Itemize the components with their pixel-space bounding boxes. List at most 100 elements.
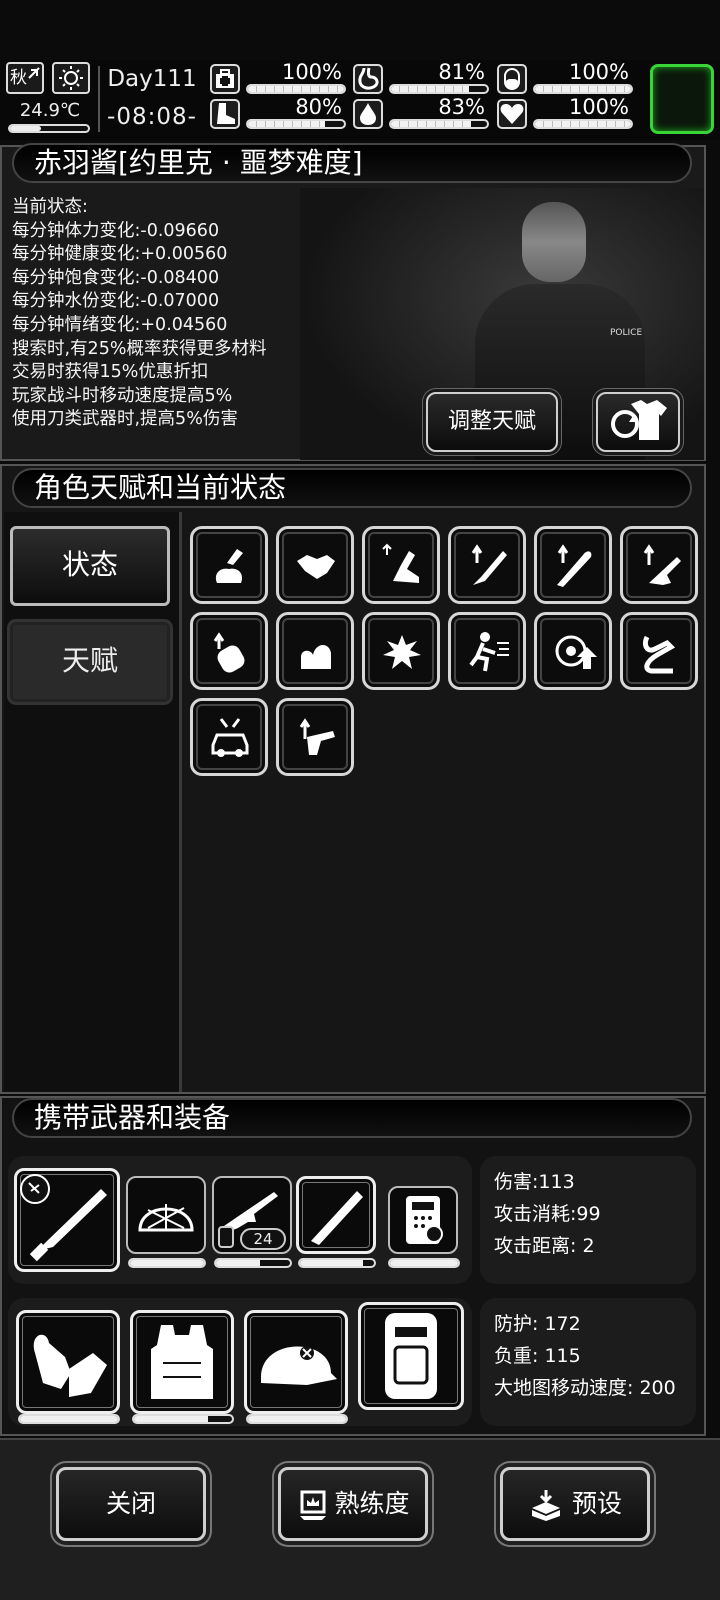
handshake-icon xyxy=(297,555,335,579)
mood-value: 100% xyxy=(568,95,629,119)
status-line: 搜索时,有25%概率获得更多材料 xyxy=(12,338,267,359)
talent-bat-up[interactable] xyxy=(534,526,612,604)
boot-icon xyxy=(210,99,240,129)
proficiency-icon xyxy=(300,1490,327,1520)
character-title: 赤羽酱[约里克 · 噩梦难度] xyxy=(12,143,692,183)
stomach-icon xyxy=(353,64,383,94)
energy-stat: 100% xyxy=(497,60,633,96)
dodge-run-icon xyxy=(469,632,509,672)
preset-button[interactable]: 预设 xyxy=(500,1467,650,1541)
phone-icon xyxy=(406,1196,443,1244)
status-line: 每分钟健康变化:+0.00560 xyxy=(12,244,228,265)
hunger-stat: 81% xyxy=(353,60,489,96)
season-label: 秋 xyxy=(10,68,27,88)
talent-pistol-up[interactable] xyxy=(276,698,354,776)
knife-up-icon xyxy=(471,544,507,585)
durability-bar xyxy=(132,1414,234,1424)
armor-slot-backpack[interactable] xyxy=(358,1302,464,1410)
temperature-bar xyxy=(8,124,90,133)
ammo-icon xyxy=(218,1226,234,1248)
pill-icon xyxy=(497,64,527,94)
talent-sprint[interactable] xyxy=(362,526,440,604)
talent-handshake[interactable] xyxy=(276,526,354,604)
armor-stats: 防护: 172 负重: 115 大地图移动速度: 200 xyxy=(494,1308,676,1404)
equipment-panel-title: 携带武器和装备 xyxy=(12,1098,692,1138)
ammo-count: 24 xyxy=(240,1228,286,1250)
health-stat: 100% xyxy=(210,60,346,96)
clock: -08:08- xyxy=(107,104,197,130)
tab-status[interactable]: 状态 xyxy=(10,526,170,606)
talent-fist-up[interactable] xyxy=(190,612,268,690)
attack-cost-stat: 攻击消耗:99 xyxy=(494,1203,601,1225)
status-indicator-button[interactable] xyxy=(650,64,714,134)
map-speed-stat: 大地图移动速度: 200 xyxy=(494,1377,676,1399)
weapon-slot-2[interactable] xyxy=(126,1176,206,1254)
temperature-value: 24.9℃ xyxy=(19,100,81,121)
talent-scavenge-bag[interactable] xyxy=(190,526,268,604)
talent-strength[interactable] xyxy=(276,612,354,690)
adjust-talent-button[interactable]: 调整天赋 xyxy=(426,392,558,452)
armor-slot-helmet[interactable] xyxy=(244,1310,348,1414)
proficiency-button[interactable]: 熟练度 xyxy=(278,1467,428,1541)
status-line: 每分钟情绪变化:+0.04560 xyxy=(12,314,228,335)
preset-box-icon xyxy=(531,1490,560,1521)
season-badge: 秋 xyxy=(6,62,44,94)
load-stat: 负重: 115 xyxy=(494,1345,581,1367)
attack-range-stat: 攻击距离: 2 xyxy=(494,1235,595,1257)
crowbar-icon xyxy=(642,635,676,674)
gun-up-icon xyxy=(643,544,681,585)
armor-slot-vest[interactable] xyxy=(130,1310,234,1414)
stamina-bar xyxy=(246,119,346,129)
status-line: 玩家战斗时移动速度提高5% xyxy=(12,385,233,406)
target-up-icon xyxy=(555,635,597,669)
stamina-stat: 80% xyxy=(210,95,346,131)
weapon-slot-1[interactable] xyxy=(14,1168,120,1272)
preset-label: 预设 xyxy=(571,1489,622,1518)
status-line: 每分钟体力变化:-0.09660 xyxy=(12,220,220,241)
machete-icon xyxy=(20,1174,107,1262)
talent-knife-up[interactable] xyxy=(448,526,526,604)
talent-dodge[interactable] xyxy=(448,612,526,690)
talent-explosion[interactable] xyxy=(362,612,440,690)
medkit-icon xyxy=(210,64,240,94)
net-helmet-icon xyxy=(138,1204,194,1232)
scavenge-bag-icon xyxy=(215,549,243,583)
talent-crowbar[interactable] xyxy=(620,612,698,690)
gloves-icon xyxy=(33,1334,107,1397)
heart-icon xyxy=(497,99,527,129)
weapon-stats: 伤害:113 攻击消耗:99 攻击距离: 2 xyxy=(494,1166,601,1262)
close-button[interactable]: 关闭 xyxy=(56,1467,206,1541)
vest-icon xyxy=(151,1325,213,1399)
status-effects-list: 当前状态: 每分钟体力变化:-0.09660 每分钟健康变化:+0.00560 … xyxy=(12,196,332,432)
mood-stat: 100% xyxy=(497,95,633,131)
sunny-weather-icon xyxy=(52,62,90,94)
sprint-icon xyxy=(382,543,419,583)
hunger-value: 81% xyxy=(438,60,485,84)
weapon-slot-3[interactable]: 24 xyxy=(212,1176,292,1254)
talent-panel-title: 角色天赋和当前状态 xyxy=(12,468,692,508)
durability-bar xyxy=(214,1258,292,1268)
weapon-slot-5[interactable] xyxy=(388,1186,458,1254)
police-badge: POLICE xyxy=(610,328,643,338)
water-bar xyxy=(389,119,489,129)
status-line: 每分钟水份变化:-0.07000 xyxy=(12,291,220,312)
machete-icon xyxy=(311,1191,363,1245)
tab-talent[interactable]: 天赋 xyxy=(10,622,170,702)
talent-gun-up[interactable] xyxy=(620,526,698,604)
durability-bar xyxy=(18,1414,120,1424)
mood-bar xyxy=(533,119,633,129)
car-repair-icon xyxy=(211,718,249,757)
status-line: 交易时获得15%优惠折扣 xyxy=(12,362,209,383)
backpack-icon xyxy=(385,1313,437,1399)
energy-value: 100% xyxy=(568,60,629,84)
armor-slot-gloves[interactable] xyxy=(16,1310,120,1414)
water-stat: 83% xyxy=(353,95,489,131)
change-outfit-button[interactable] xyxy=(596,392,680,452)
health-value: 100% xyxy=(281,60,342,84)
talent-target-up[interactable] xyxy=(534,612,612,690)
weapon-slot-4[interactable] xyxy=(296,1176,376,1254)
talent-car-repair[interactable] xyxy=(190,698,268,776)
shirt-swap-icon xyxy=(611,400,667,440)
helmet-icon xyxy=(261,1346,337,1385)
stamina-value: 80% xyxy=(295,95,342,119)
